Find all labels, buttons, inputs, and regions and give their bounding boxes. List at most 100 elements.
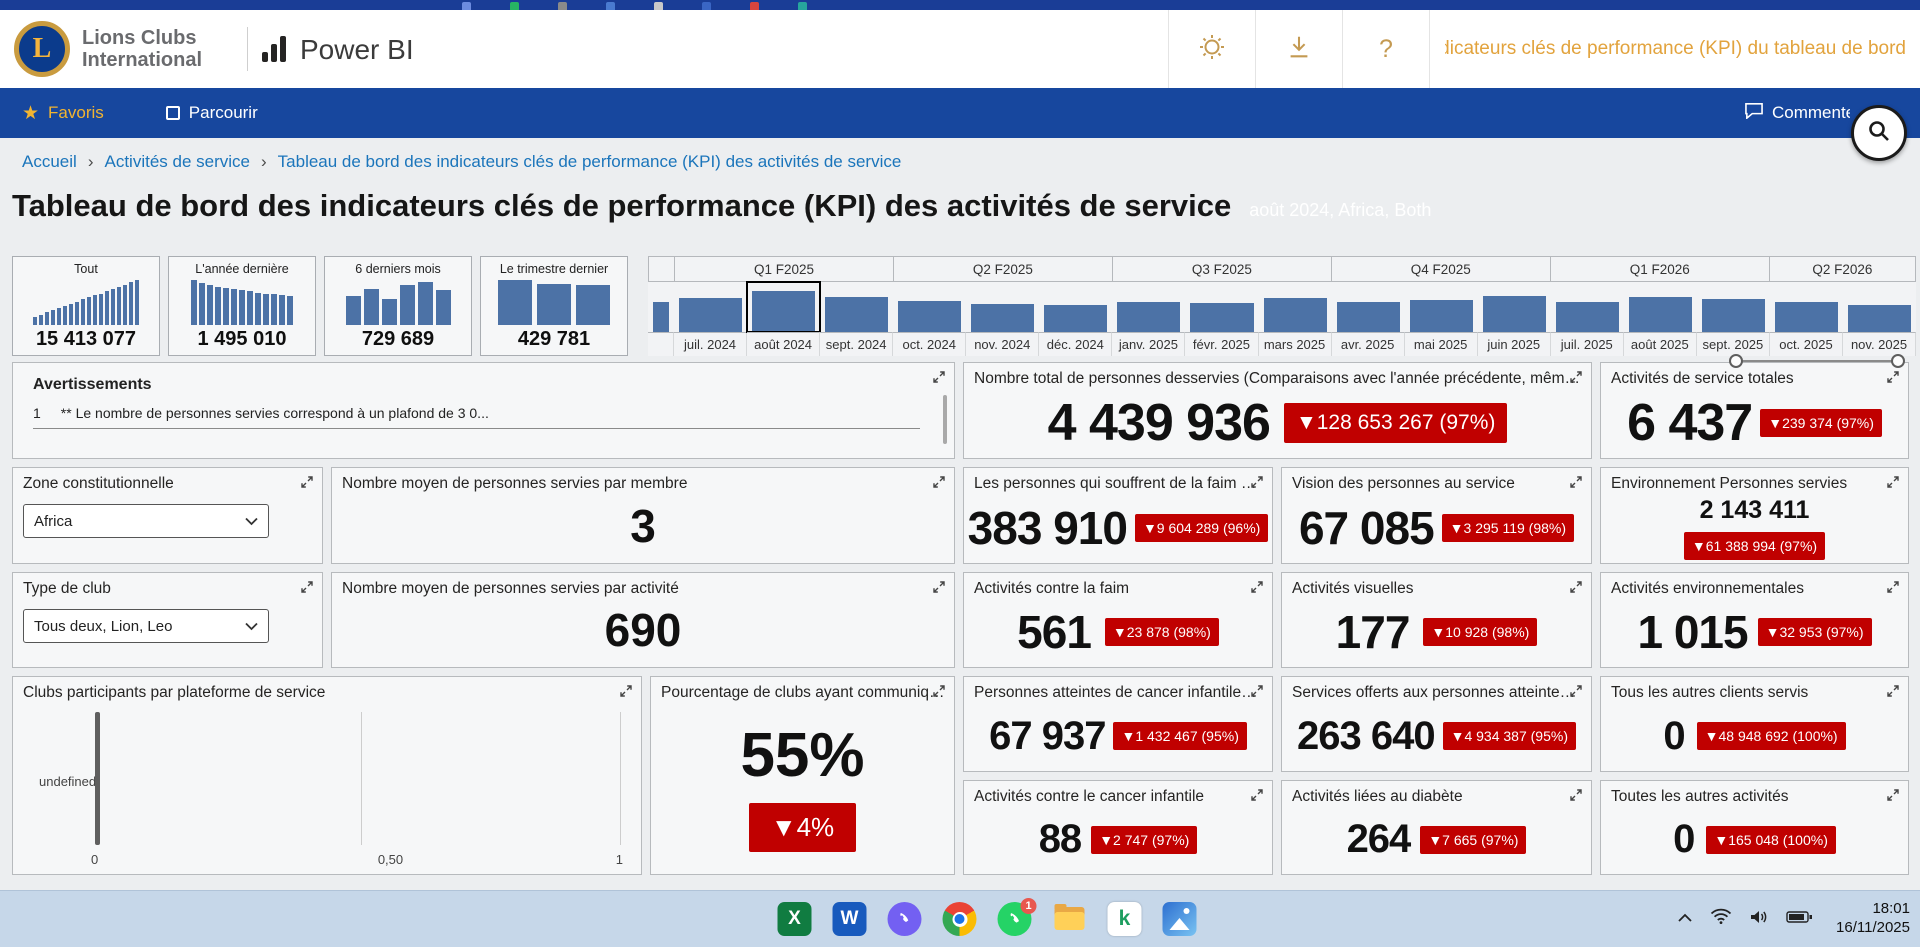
browser-favicon[interactable] (510, 2, 519, 10)
slicer-tile-6-months[interactable]: 6 derniers mois 729 689 (324, 256, 472, 356)
expand-icon[interactable] (1250, 580, 1264, 594)
expand-icon[interactable] (1250, 475, 1264, 489)
expand-icon[interactable] (1886, 684, 1900, 698)
timeline-month[interactable]: août 2024 (747, 282, 820, 356)
slicer-tile-last-quarter[interactable]: Le trimestre dernier 429 781 (480, 256, 628, 356)
expand-icon[interactable] (1886, 580, 1900, 594)
month-bar-cell[interactable] (1112, 282, 1185, 332)
range-slider-handle-left[interactable] (1729, 354, 1743, 368)
breadcrumb-link[interactable]: Accueil (22, 152, 77, 172)
expand-icon[interactable] (300, 580, 314, 594)
excel-icon[interactable]: X (778, 902, 812, 936)
browser-favicon[interactable] (750, 2, 759, 10)
timeline-month[interactable]: sept. 2024 (820, 282, 893, 356)
month-bar-cell[interactable] (1405, 282, 1478, 332)
chrome-icon[interactable] (943, 902, 977, 936)
taskbar-clock[interactable]: 18:01 16/11/2025 (1836, 900, 1910, 938)
month-bar-cell[interactable] (747, 282, 820, 332)
month-bar-cell[interactable] (1624, 282, 1697, 332)
breadcrumb-link[interactable]: Activités de service (104, 152, 250, 172)
month-bar-cell[interactable] (1332, 282, 1405, 332)
favorites-button[interactable]: ★ Favoris (22, 102, 104, 125)
expand-icon[interactable] (1569, 475, 1583, 489)
expand-icon[interactable] (1569, 788, 1583, 802)
expand-icon[interactable] (932, 580, 946, 594)
expand-icon[interactable] (1250, 788, 1264, 802)
whatsapp-icon[interactable]: 1 (998, 902, 1032, 936)
month-bar-cell[interactable] (966, 282, 1039, 332)
timeline-month[interactable]: nov. 2024 (966, 282, 1039, 356)
timeline-month[interactable]: sept. 2025 (1697, 282, 1770, 356)
range-slider-handle-right[interactable] (1891, 354, 1905, 368)
month-bar-cell[interactable] (1697, 282, 1770, 332)
expand-icon[interactable] (1569, 370, 1583, 384)
expand-icon[interactable] (932, 475, 946, 489)
wifi-icon[interactable] (1710, 908, 1732, 930)
expand-icon[interactable] (1886, 475, 1900, 489)
viber-icon[interactable] (888, 902, 922, 936)
timeline-month[interactable]: août 2025 (1624, 282, 1697, 356)
kaspersky-icon[interactable]: k (1108, 902, 1142, 936)
chevron-up-icon[interactable] (1677, 910, 1693, 928)
expand-icon[interactable] (932, 370, 946, 384)
timeline-month[interactable]: juin 2025 (1478, 282, 1551, 356)
timeline-month[interactable]: juil. 2024 (674, 282, 747, 356)
expand-icon[interactable] (1569, 684, 1583, 698)
timeline-month[interactable]: mai 2025 (1405, 282, 1478, 356)
expand-icon[interactable] (619, 684, 633, 698)
browser-favicon[interactable] (606, 2, 615, 10)
comment-button[interactable]: Commenter (1744, 102, 1850, 124)
timeline-month[interactable]: oct. 2024 (893, 282, 966, 356)
timeline-month[interactable]: déc. 2024 (1039, 282, 1112, 356)
slicer-tile-all[interactable]: Tout 15 413 077 (12, 256, 160, 356)
timeline-month[interactable]: juil. 2025 (1551, 282, 1624, 356)
month-bar-cell[interactable] (674, 282, 747, 332)
zone-dropdown[interactable]: Africa (23, 504, 269, 538)
word-icon[interactable]: W (833, 902, 867, 936)
help-button[interactable]: ? (1342, 10, 1430, 88)
browser-favicon[interactable] (462, 2, 471, 10)
month-bar-cell[interactable] (1551, 282, 1624, 332)
settings-button[interactable] (1168, 10, 1255, 88)
folder-icon[interactable] (1053, 902, 1087, 936)
month-bar-cell[interactable] (1259, 282, 1332, 332)
breadcrumb-link[interactable]: Tableau de bord des indicateurs clés de … (278, 152, 902, 172)
battery-icon[interactable] (1786, 910, 1813, 929)
month-bar-cell[interactable] (820, 282, 893, 332)
month-bar-cell[interactable] (1478, 282, 1551, 332)
timeline-range-slider[interactable] (1729, 353, 1905, 369)
month-bar-cell[interactable] (1185, 282, 1258, 332)
month-bar-cell[interactable] (648, 282, 674, 332)
timeline-month[interactable]: avr. 2025 (1332, 282, 1405, 356)
month-bar (1337, 302, 1400, 332)
windows-start-icon[interactable] (724, 903, 757, 936)
timeline-month[interactable]: févr. 2025 (1185, 282, 1258, 356)
slicer-tile-last-year[interactable]: L'année dernière 1 495 010 (168, 256, 316, 356)
expand-icon[interactable] (1569, 580, 1583, 594)
browser-favicon[interactable] (558, 2, 567, 10)
timeline-month[interactable] (648, 282, 674, 356)
expand-icon[interactable] (300, 475, 314, 489)
browser-favicon[interactable] (654, 2, 663, 10)
timeline-month[interactable]: oct. 2025 (1770, 282, 1843, 356)
browse-button[interactable]: Parcourir (166, 103, 258, 123)
expand-icon[interactable] (1886, 788, 1900, 802)
expand-icon[interactable] (932, 684, 946, 698)
timeline-month[interactable]: nov. 2025 (1843, 282, 1916, 356)
search-fab-button[interactable] (1851, 105, 1907, 161)
photos-icon[interactable] (1163, 902, 1197, 936)
club-type-dropdown[interactable]: Tous deux, Lion, Leo (23, 609, 269, 643)
browser-favicon[interactable] (798, 2, 807, 10)
month-bar-cell[interactable] (893, 282, 966, 332)
month-bar-cell[interactable] (1843, 282, 1916, 332)
expand-icon[interactable] (1886, 370, 1900, 384)
month-bar-cell[interactable] (1039, 282, 1112, 332)
expand-icon[interactable] (1250, 684, 1264, 698)
month-bar-cell[interactable] (1770, 282, 1843, 332)
timeline-month[interactable]: mars 2025 (1259, 282, 1332, 356)
scrollbar[interactable] (943, 395, 947, 444)
download-button[interactable] (1255, 10, 1342, 88)
volume-icon[interactable] (1749, 909, 1769, 930)
timeline-month[interactable]: janv. 2025 (1112, 282, 1185, 356)
browser-favicon[interactable] (702, 2, 711, 10)
